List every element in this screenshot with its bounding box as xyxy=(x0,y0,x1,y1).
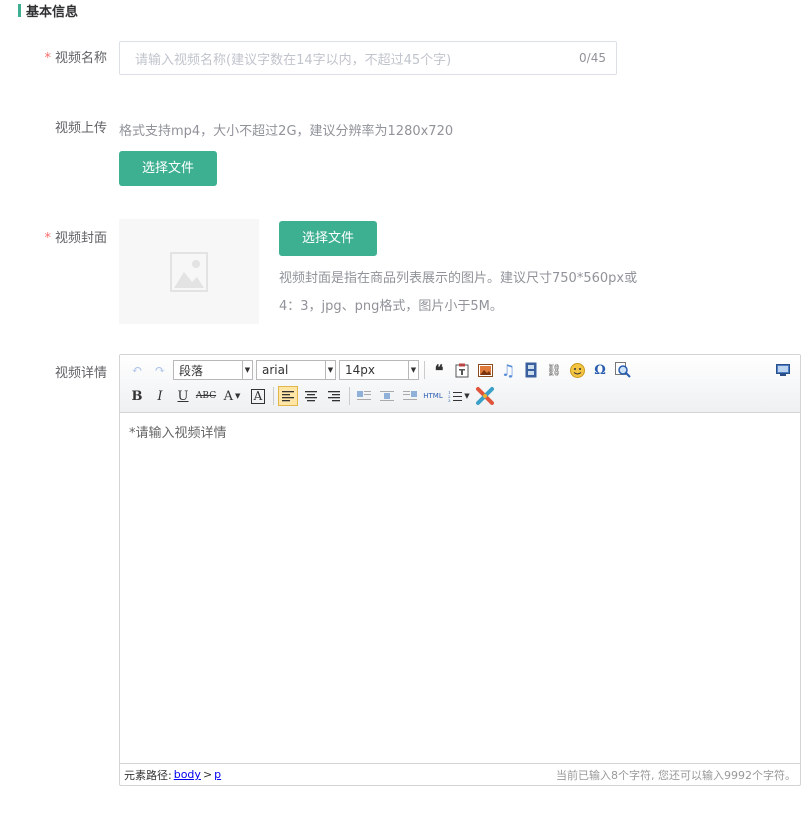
emoji-icon[interactable] xyxy=(567,360,587,380)
editor-toolbar: ↶ ↷ 段落 ▼ arial ▼ 14px ▼ ❝ ♫ ⛓ Ω B I U AB… xyxy=(120,355,800,413)
editor-content-placeholder[interactable]: *请输入视频详情 xyxy=(129,422,227,441)
paragraph-select[interactable]: 段落 ▼ xyxy=(173,360,253,380)
redo-icon[interactable]: ↷ xyxy=(150,360,170,380)
video-name-label: * 视频名称 xyxy=(0,50,107,68)
strikethrough-icon[interactable]: ABC xyxy=(196,386,216,406)
font-color-icon[interactable]: A ▼ xyxy=(219,386,245,406)
paste-text-icon[interactable] xyxy=(452,360,472,380)
video-upload-hint: 格式支持mp4，大小不超过2G，建议分辨率为1280x720 xyxy=(119,124,454,139)
ordered-list-icon[interactable]: 123 ▼ xyxy=(446,386,472,406)
underline-icon[interactable]: U xyxy=(173,386,193,406)
video-cover-hint-1: 视频封面是指在商品列表展示的图片。建议尺寸750*560px或 xyxy=(279,271,638,286)
video-icon[interactable] xyxy=(521,360,541,380)
section-accent-bar xyxy=(18,3,21,17)
image-float-left-icon[interactable] xyxy=(354,386,374,406)
video-name-label-text: 视频名称 xyxy=(54,51,107,66)
html-source-icon[interactable]: HTML xyxy=(423,386,443,406)
path-p-link[interactable]: p xyxy=(214,768,221,781)
chevron-down-icon: ▼ xyxy=(325,361,335,379)
section-title: 基本信息 xyxy=(18,2,79,20)
bold-icon[interactable]: B xyxy=(127,386,147,406)
video-upload-button[interactable]: 选择文件 xyxy=(119,151,217,186)
clear-format-icon[interactable] xyxy=(475,386,495,406)
required-mark: * xyxy=(44,231,51,246)
path-body-link[interactable]: body xyxy=(174,768,201,781)
chevron-down-icon: ▼ xyxy=(408,361,418,379)
undo-icon[interactable]: ↶ xyxy=(127,360,147,380)
image-float-right-icon[interactable] xyxy=(400,386,420,406)
section-title-text: 基本信息 xyxy=(26,4,79,20)
font-size-select[interactable]: 14px ▼ xyxy=(339,360,419,380)
cover-image-placeholder[interactable] xyxy=(119,219,259,324)
blockquote-icon[interactable]: ❝ xyxy=(429,360,449,380)
font-family-select[interactable]: arial ▼ xyxy=(256,360,336,380)
video-name-counter: 0/45 xyxy=(579,51,606,65)
video-upload-label: 视频上传 xyxy=(54,121,107,136)
align-right-icon[interactable] xyxy=(324,386,344,406)
fullscreen-icon[interactable] xyxy=(773,360,793,380)
align-left-icon[interactable] xyxy=(278,386,298,406)
video-cover-label-text: 视频封面 xyxy=(54,231,107,246)
path-separator: > xyxy=(202,768,213,781)
video-name-input[interactable]: 请输入视频名称(建议字数在14字以内，不超过45个字) 0/45 xyxy=(119,41,617,75)
insert-image-icon[interactable] xyxy=(475,360,495,380)
video-cover-label: * 视频封面 xyxy=(0,230,107,248)
toolbar-divider xyxy=(424,361,425,379)
svg-text:3: 3 xyxy=(448,398,451,402)
background-color-icon[interactable]: A xyxy=(248,386,268,406)
search-replace-icon[interactable] xyxy=(613,360,633,380)
music-icon[interactable]: ♫ xyxy=(498,360,518,380)
video-detail-label: 视频详情 xyxy=(54,366,107,381)
special-char-icon[interactable]: Ω xyxy=(590,360,610,380)
video-cover-hint-2: 4：3，jpg、png格式，图片小于5M。 xyxy=(279,299,503,314)
chevron-down-icon: ▼ xyxy=(242,361,252,379)
image-float-none-icon[interactable] xyxy=(377,386,397,406)
video-name-placeholder: 请输入视频名称(建议字数在14字以内，不超过45个字) xyxy=(135,52,452,68)
element-path-label: 元素路径: xyxy=(124,768,172,782)
toolbar-divider xyxy=(349,387,350,405)
image-placeholder-icon xyxy=(170,251,208,292)
italic-icon[interactable]: I xyxy=(150,386,170,406)
word-count: 当前已输入8个字符, 您还可以输入9992个字符。 xyxy=(556,768,796,782)
rich-text-editor[interactable]: ↶ ↷ 段落 ▼ arial ▼ 14px ▼ ❝ ♫ ⛓ Ω B I U AB… xyxy=(119,354,801,786)
toolbar-divider xyxy=(273,387,274,405)
video-cover-button[interactable]: 选择文件 xyxy=(279,221,377,256)
align-center-icon[interactable] xyxy=(301,386,321,406)
editor-statusbar: 元素路径: body > p 当前已输入8个字符, 您还可以输入9992个字符。 xyxy=(120,763,800,785)
link-icon[interactable]: ⛓ xyxy=(544,360,564,380)
required-mark: * xyxy=(44,51,51,66)
